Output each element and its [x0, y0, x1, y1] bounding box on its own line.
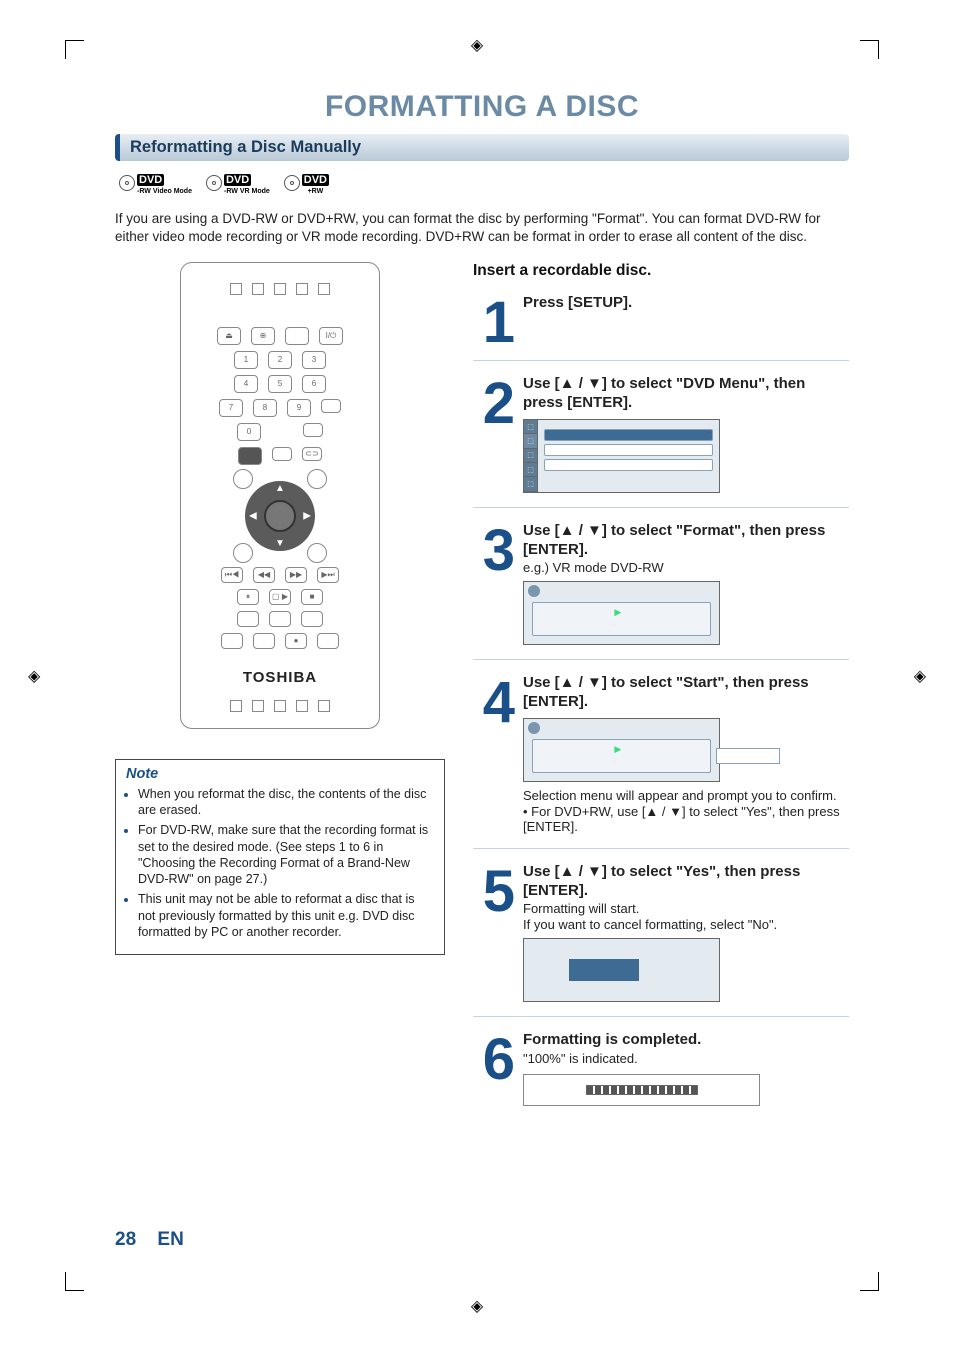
disc-badge: DVD -RW Video Mode — [115, 169, 196, 196]
selection-box — [716, 748, 780, 764]
insert-heading: Insert a recordable disc. — [473, 262, 849, 280]
step-title: Formatting is completed. — [523, 1031, 849, 1050]
step-title: Use [▲ / ▼] to select "Yes", then press … — [523, 863, 849, 901]
disc-badge: DVD -RW VR Mode — [202, 169, 274, 196]
play-icon: ▶ — [614, 607, 621, 618]
input-button: ⊕ — [251, 327, 275, 345]
disc-icon — [119, 175, 135, 191]
step-2: 2 Use [▲ / ▼] to select "DVD Menu", then… — [473, 375, 849, 493]
step-5: 5 Use [▲ / ▼] to select "Yes", then pres… — [473, 863, 849, 1003]
note-item: This unit may not be able to reformat a … — [138, 891, 434, 940]
divider — [473, 848, 849, 849]
step-number: 4 — [473, 674, 515, 834]
power-button: I/⏻ — [319, 327, 343, 345]
page-language: EN — [157, 1229, 183, 1250]
step-subtitle: "100%" is indicated. — [523, 1051, 849, 1066]
disc-badge-row: DVD -RW Video Mode DVD -RW VR Mode DVD +… — [115, 169, 849, 196]
step-number: 1 — [473, 294, 515, 346]
note-item: For DVD-RW, make sure that the recording… — [138, 822, 434, 887]
play-icon: ▶ — [614, 744, 621, 755]
disc-icon — [206, 175, 222, 191]
right-arrow-icon: ⇨ — [611, 619, 619, 630]
step-subtitle: Formatting will start. — [523, 901, 849, 916]
print-registration-icon: ◈ — [914, 666, 926, 686]
divider — [473, 507, 849, 508]
progress-bar — [586, 1085, 698, 1095]
right-arrow-icon: ⇨ — [611, 756, 619, 767]
page-number: 28 — [115, 1229, 136, 1250]
step-title: Use [▲ / ▼] to select "Start", then pres… — [523, 674, 849, 712]
remote-illustration: ⏏⊕I/⏻ 123 456 789 0 ⊂⊃ ▲ ▼ ◀ ▶ ⏮◀◀◀▶▶▶⏭ — [180, 262, 380, 729]
right-arrow-icon: ▶ — [303, 510, 311, 521]
disc-icon — [284, 175, 300, 191]
remote-brand: TOSHIBA — [195, 669, 365, 686]
menu-screenshot — [523, 938, 720, 1002]
step-title: Use [▲ / ▼] to select "DVD Menu", then p… — [523, 375, 849, 413]
step-number: 5 — [473, 863, 515, 1003]
section-heading: Reformatting a Disc Manually — [130, 138, 361, 156]
note-item: When you reformat the disc, the contents… — [138, 786, 434, 819]
divider — [473, 1016, 849, 1017]
crop-mark — [860, 1272, 879, 1291]
page-footer: 28 EN — [115, 1229, 184, 1251]
step-after-text: If you want to cancel formatting, select… — [523, 917, 849, 932]
intro-text: If you are using a DVD-RW or DVD+RW, you… — [115, 210, 849, 246]
crop-mark — [65, 40, 84, 59]
up-arrow-icon: ▲ — [275, 483, 285, 494]
down-arrow-icon: ▼ — [275, 538, 285, 549]
step-bullet: • For DVD+RW, use [▲ / ▼] to select "Yes… — [523, 804, 849, 834]
menu-screenshot: ▶ ⇨ — [523, 581, 720, 645]
home-button — [238, 447, 262, 465]
step-subtitle: e.g.) VR mode DVD-RW — [523, 560, 849, 575]
step-number: 6 — [473, 1031, 515, 1106]
left-arrow-icon: ◀ — [249, 510, 257, 521]
step-1: 1 Press [SETUP]. — [473, 294, 849, 346]
step-number: 2 — [473, 375, 515, 493]
step-after-text: Selection menu will appear and prompt yo… — [523, 788, 849, 803]
note-box: Note When you reformat the disc, the con… — [115, 759, 445, 955]
print-registration-icon: ◈ — [471, 1296, 483, 1316]
disc-icon — [528, 722, 540, 734]
manual-page: ◈ ◈ ◈ ◈ FORMATTING A DISC Reformatting a… — [0, 0, 954, 1351]
crop-mark — [860, 40, 879, 59]
print-registration-icon: ◈ — [471, 35, 483, 55]
section-heading-bar: Reformatting a Disc Manually — [115, 134, 849, 161]
crop-mark — [65, 1272, 84, 1291]
step-6: 6 Formatting is completed. "100%" is ind… — [473, 1031, 849, 1106]
step-title: Press [SETUP]. — [523, 294, 849, 313]
dpad: ▲ ▼ ◀ ▶ — [235, 471, 325, 561]
step-3: 3 Use [▲ / ▼] to select "Format", then p… — [473, 522, 849, 646]
menu-screenshot: ▶ ⇨ — [523, 718, 720, 782]
note-title: Note — [126, 766, 434, 782]
step-title: Use [▲ / ▼] to select "Format", then pre… — [523, 522, 849, 560]
step-number: 3 — [473, 522, 515, 646]
print-registration-icon: ◈ — [28, 666, 40, 686]
step-4: 4 Use [▲ / ▼] to select "Start", then pr… — [473, 674, 849, 834]
divider — [473, 360, 849, 361]
disc-badge: DVD +RW — [280, 169, 333, 196]
page-title: FORMATTING A DISC — [115, 90, 849, 124]
progress-screenshot — [523, 1074, 760, 1106]
eject-button: ⏏ — [217, 327, 241, 345]
divider — [473, 659, 849, 660]
menu-screenshot: ⬚⬚⬚⬚⬚ — [523, 419, 720, 493]
blank-button — [285, 327, 309, 345]
